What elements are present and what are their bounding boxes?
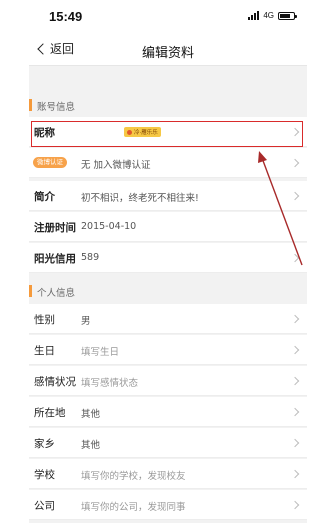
annotation-arrow xyxy=(258,151,303,266)
